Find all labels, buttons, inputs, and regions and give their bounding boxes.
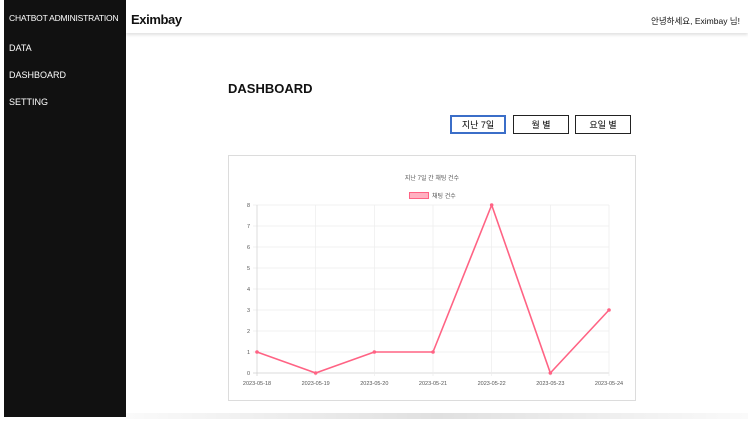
data-point bbox=[489, 203, 494, 207]
y-tick-label: 7 bbox=[247, 224, 250, 230]
user-greeting: 안녕하세요, Eximbay 님! bbox=[651, 16, 740, 26]
sidebar-item-dashboard[interactable]: DASHBOARD bbox=[9, 70, 66, 80]
y-tick-label: 6 bbox=[247, 245, 250, 251]
last-7-days-button[interactable]: 지난 7일 bbox=[450, 115, 506, 134]
bottom-shadow bbox=[126, 413, 748, 419]
data-point bbox=[607, 308, 611, 312]
y-tick-label: 1 bbox=[247, 350, 250, 356]
line-chart: 0 1 2 3 4 5 6 7 8 2023-05-18 2023-05-19 2023-05-20 2… bbox=[243, 203, 623, 387]
weekday-button[interactable]: 요일 별 bbox=[575, 115, 631, 134]
x-tick-label: 2023-05-23 bbox=[536, 381, 564, 387]
data-point bbox=[372, 350, 377, 354]
y-tick-label: 8 bbox=[247, 203, 250, 209]
y-tick-label: 5 bbox=[247, 266, 250, 272]
data-point bbox=[548, 371, 553, 375]
x-tick-label: 2023-05-20 bbox=[360, 381, 388, 387]
sidebar-item-data[interactable]: DATA bbox=[9, 43, 32, 53]
page-title: DASHBOARD bbox=[228, 81, 313, 96]
x-tick-label: 2023-05-24 bbox=[595, 381, 623, 387]
chart-card: 지난 7일 간 채팅 건수 채팅 건수 0 1 2 3 4 5 6 7 8 2023-05-18 2… bbox=[228, 155, 636, 401]
x-tick-label: 2023-05-19 bbox=[302, 381, 330, 387]
x-tick-label: 2023-05-21 bbox=[419, 381, 447, 387]
x-tick-label: 2023-05-18 bbox=[243, 381, 271, 387]
x-tick-label: 2023-05-22 bbox=[478, 381, 506, 387]
y-tick-label: 2 bbox=[247, 329, 250, 335]
data-point bbox=[431, 350, 435, 354]
logo[interactable]: Eximbay bbox=[131, 12, 182, 27]
sidebar: CHATBOT ADMINISTRATION DATA DASHBOARD SE… bbox=[4, 0, 126, 417]
y-tick-label: 4 bbox=[247, 287, 250, 293]
sidebar-brand: CHATBOT ADMINISTRATION bbox=[9, 13, 119, 23]
sidebar-item-setting[interactable]: SETTING bbox=[9, 97, 48, 107]
monthly-button[interactable]: 월 별 bbox=[513, 115, 569, 134]
y-tick-label: 3 bbox=[247, 308, 250, 314]
top-bar: Eximbay 안녕하세요, Eximbay 님! bbox=[126, 0, 748, 33]
y-tick-label: 0 bbox=[247, 371, 250, 377]
data-point bbox=[313, 371, 318, 375]
data-point bbox=[255, 350, 259, 354]
